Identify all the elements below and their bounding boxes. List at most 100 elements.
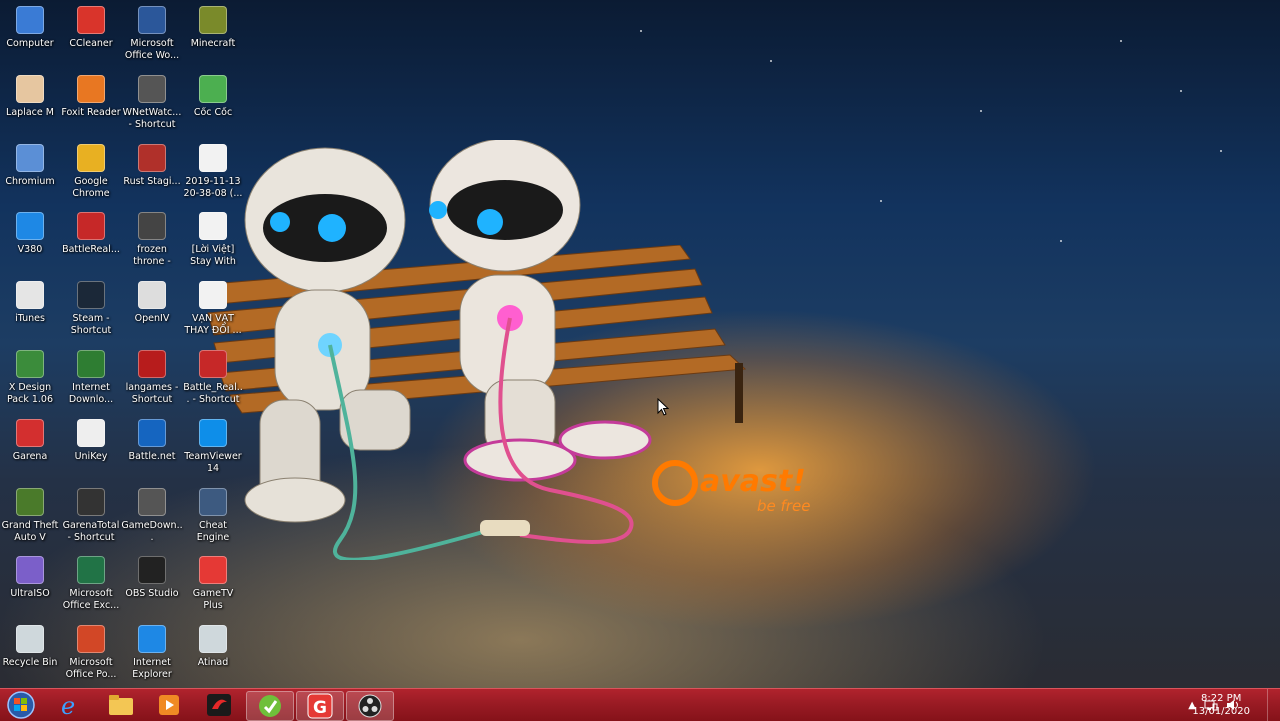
desktop-icon-label: OpenIV (134, 313, 170, 325)
powerpoint-icon (77, 625, 105, 654)
desktop-icon[interactable]: OBS Studio (120, 552, 184, 600)
desktop-icon[interactable]: OpenIV (120, 277, 184, 325)
desktop-icon-label: Internet Downlo... (68, 382, 114, 405)
excel-icon (77, 556, 105, 585)
desktop-icon[interactable]: Microsoft Office Exc... (59, 552, 123, 612)
taskbar-internet-explorer[interactable]: e (48, 691, 94, 719)
clock-time: 8:22 PM (1201, 693, 1242, 704)
taskbar-media-player[interactable] (146, 691, 192, 719)
desktop-icon-label: Chromium (5, 175, 55, 187)
file-explorer-icon (109, 695, 133, 715)
obs-icon (138, 556, 166, 585)
chrome-icon (77, 143, 105, 172)
start-button[interactable] (2, 689, 40, 721)
taskbar-file-explorer[interactable] (98, 691, 144, 719)
desktop-icon-label: VẠN VẬT THAY ĐỔI ... (184, 313, 242, 337)
desktop-icon-label: GameDown... (121, 519, 183, 543)
desktop-icon-label: Internet Explorer (132, 657, 172, 681)
desktop-icon[interactable]: Grand Theft Auto V (0, 484, 62, 544)
desktop-icon[interactable]: BattleReal... (59, 208, 123, 256)
cheat-engine-icon (199, 487, 227, 516)
taskbar-garena[interactable] (196, 691, 242, 719)
desktop[interactable]: avast! be free Computer CCleaner Microsoft… (0, 0, 1280, 688)
desktop-icon[interactable]: Computer (0, 2, 62, 50)
desktop-icon[interactable]: TeamViewer 14 (181, 415, 245, 475)
desktop-icon[interactable]: Cheat Engine (181, 484, 245, 544)
desktop-icon[interactable]: CCleaner (59, 2, 123, 50)
desktop-icon-label: [Lời Việt] Stay With Me - ... (190, 244, 236, 268)
desktop-icon[interactable]: Microsoft Office Wo... (120, 2, 184, 62)
minecraft-icon (199, 6, 227, 34)
desktop-icon-label: OBS Studio (125, 588, 179, 600)
gta-icon (16, 487, 44, 516)
desktop-icon-label: Microsoft Office Exc... (62, 588, 120, 612)
clock-date: 13/01/2020 (1192, 706, 1250, 717)
desktop-icon-label: Microsoft Office Po... (65, 657, 117, 681)
chromium-icon (16, 143, 44, 172)
avast-tagline-text: be free (757, 497, 810, 515)
desktop-icon-label: frozen throne - Shortcut (133, 244, 171, 268)
desktop-icon[interactable]: Foxit Reader (59, 71, 123, 119)
rust-icon (138, 143, 166, 172)
desktop-icon[interactable]: Laplace M (0, 71, 62, 119)
star (1120, 40, 1122, 42)
desktop-icon-label: Grand Theft Auto V (1, 519, 59, 543)
taskbar-obs[interactable] (346, 691, 394, 721)
desktop-icon[interactable]: Cốc Cốc (181, 71, 245, 119)
desktop-icon-label: Atinad (197, 657, 229, 669)
desktop-icon[interactable]: langames - Shortcut (120, 346, 184, 406)
desktop-icon-label: Minecraft (190, 38, 236, 49)
desktop-icon[interactable]: Rust Stagi... (120, 140, 184, 188)
desktop-icon-label: Steam - Shortcut (70, 313, 112, 337)
show-desktop-button[interactable] (1267, 689, 1280, 721)
desktop-icon[interactable]: Battle_Real... - Shortcut (181, 346, 245, 406)
clock[interactable]: 8:22 PM 13/01/2020 (1192, 692, 1250, 718)
ccleaner-icon (77, 6, 105, 34)
xdesign-icon (16, 350, 44, 378)
desktop-icon-label: Cheat Engine (196, 519, 230, 543)
desktop-icon[interactable]: VẠN VẬT THAY ĐỔI ... (181, 277, 245, 337)
desktop-icon[interactable]: Garena (0, 415, 62, 463)
mouse-cursor-icon (657, 398, 669, 416)
desktop-icon[interactable]: V380 (0, 208, 62, 256)
desktop-icon[interactable]: Microsoft Office Po... (59, 621, 123, 681)
desktop-icon[interactable]: Steam - Shortcut (59, 277, 123, 337)
desktop-icon[interactable]: Minecraft (181, 2, 245, 50)
star (1060, 240, 1062, 242)
taskbar-coccoc[interactable] (246, 691, 294, 721)
desktop-icon[interactable]: X Design Pack 1.06 (0, 346, 62, 406)
desktop-icon-label: V380 (17, 244, 43, 256)
desktop-icon[interactable]: [Lời Việt] Stay With Me - ... (181, 208, 245, 268)
desktop-icon[interactable]: UltraISO (0, 552, 62, 600)
idm-icon (77, 350, 105, 378)
langames-icon (138, 350, 166, 378)
star (1220, 150, 1222, 152)
desktop-icon[interactable]: frozen throne - Shortcut (120, 208, 184, 268)
desktop-icon[interactable]: GarenaTotal - Shortcut (59, 484, 123, 544)
desktop-icon[interactable]: Atinad (181, 621, 245, 669)
desktop-icon-label: Foxit Reader (61, 106, 121, 118)
desktop-icon-label: UniKey (74, 450, 108, 462)
desktop-icon[interactable]: 2019-11-13 20-38-08 (... (181, 140, 245, 200)
desktop-icon[interactable]: Internet Downlo... (59, 346, 123, 406)
desktop-icon[interactable]: Battle.net (120, 415, 184, 463)
audio-file-icon (199, 281, 227, 310)
star (880, 200, 882, 202)
frozen-throne-icon (138, 212, 166, 241)
desktop-icon[interactable]: WNetWatc... - Shortcut (120, 71, 184, 131)
garena-icon (16, 418, 44, 447)
desktop-icon[interactable]: Chromium (0, 140, 62, 188)
desktop-icon[interactable]: GameTV Plus (181, 552, 245, 612)
garena-total-icon (77, 487, 105, 516)
itunes-icon (16, 281, 44, 310)
desktop-icon[interactable]: GameDown... (120, 484, 184, 544)
desktop-icon[interactable]: Recycle Bin (0, 621, 62, 669)
taskbar-gametv[interactable]: G (296, 691, 344, 721)
media-player-icon (159, 695, 179, 715)
desktop-icon[interactable]: UniKey (59, 415, 123, 463)
desktop-icon[interactable]: Google Chrome (59, 140, 123, 200)
desktop-icon-label: Recycle Bin (2, 657, 58, 669)
desktop-icon[interactable]: Internet Explorer (120, 621, 184, 681)
gamedown-icon (138, 487, 166, 516)
desktop-icon[interactable]: iTunes (0, 277, 62, 325)
